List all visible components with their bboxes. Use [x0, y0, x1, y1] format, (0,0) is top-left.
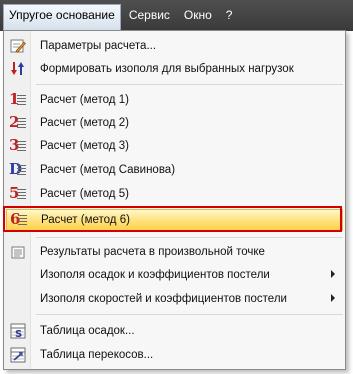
menu-item-label: Формировать изополя для выбранных нагруз… [40, 63, 294, 75]
menu-item-label: Изополя осадок и коэффициентов постели [40, 269, 270, 281]
settings-pencil-icon [6, 35, 30, 57]
menu-item-form-isofields[interactable]: Формировать изополя для выбранных нагруз… [6, 58, 343, 80]
menu-item-label: Таблица перекосов... [40, 349, 154, 361]
menu-item-label: Параметры расчета... [40, 40, 157, 52]
menu-item-calc-method-savinov[interactable]: D Расчет (метод Савинова) [6, 159, 343, 181]
menu-item-calc-method-5[interactable]: 5 Расчет (метод 5) [6, 183, 343, 205]
menu-item-label: Изополя скоростей и коэффициентов постел… [40, 293, 287, 305]
point-results-icon [6, 241, 30, 263]
menu-item-calc-method-6[interactable]: 6 Расчет (метод 6) [6, 209, 343, 231]
menu-servis[interactable]: Сервис [123, 4, 176, 27]
menu-item-label: Расчет (метод 6) [41, 214, 130, 226]
method-savinov-icon: D [6, 159, 30, 181]
menu-item-calc-method-1[interactable]: 1 Расчет (метод 1) [6, 89, 343, 111]
menu-item-settlement-table[interactable]: S Таблица осадок... [6, 320, 343, 342]
menu-item-label: Результаты расчета в произвольной точке [40, 246, 265, 258]
method-5-icon: 5 [6, 183, 30, 205]
menu-item-label: Расчет (метод 3) [40, 140, 129, 152]
menu-bar: Упругое основание Сервис Окно ? [0, 0, 353, 31]
menu-item-calc-method-3[interactable]: 3 Расчет (метод 3) [6, 135, 343, 157]
menu-item-point-results[interactable]: Результаты расчета в произвольной точке [6, 241, 343, 263]
separator [36, 314, 343, 315]
dropdown-menu: Параметры расчета... Формировать изополя… [3, 30, 346, 370]
menu-uprugoe-osnovanie[interactable]: Упругое основание [3, 4, 121, 31]
menu-item-label: Расчет (метод 2) [40, 117, 129, 129]
menu-item-label: Расчет (метод 5) [40, 188, 129, 200]
menu-item-label: Расчет (метод Савинова) [40, 164, 176, 176]
menu-item-calc-method-2[interactable]: 2 Расчет (метод 2) [6, 112, 343, 134]
app-window: Упругое основание Сервис Окно ? Параметр… [0, 0, 353, 374]
menu-item-calc-params[interactable]: Параметры расчета... [6, 35, 343, 57]
separator [36, 237, 343, 238]
table-skew-icon [6, 344, 30, 366]
menu-help[interactable]: ? [220, 4, 239, 27]
submenu-arrow-icon [331, 294, 335, 302]
method-2-icon: 2 [6, 112, 30, 134]
method-3-icon: 3 [6, 135, 30, 157]
separator [36, 84, 343, 85]
menu-item-label: Таблица осадок... [40, 325, 135, 337]
menu-item-isofields-settlement[interactable]: Изополя осадок и коэффициентов постели [6, 264, 343, 286]
table-s-icon: S [6, 320, 30, 342]
submenu-arrow-icon [331, 270, 335, 278]
method-6-icon: 6 [7, 209, 31, 231]
menu-item-skew-table[interactable]: Таблица перекосов... [6, 344, 343, 366]
sort-arrows-icon [6, 58, 30, 80]
menu-item-isofields-velocity[interactable]: Изополя скоростей и коэффициентов постел… [6, 288, 343, 310]
method-1-icon: 1 [6, 89, 30, 111]
menu-item-label: Расчет (метод 1) [40, 94, 129, 106]
svg-text:S: S [15, 329, 22, 339]
menu-okno[interactable]: Окно [178, 4, 218, 27]
